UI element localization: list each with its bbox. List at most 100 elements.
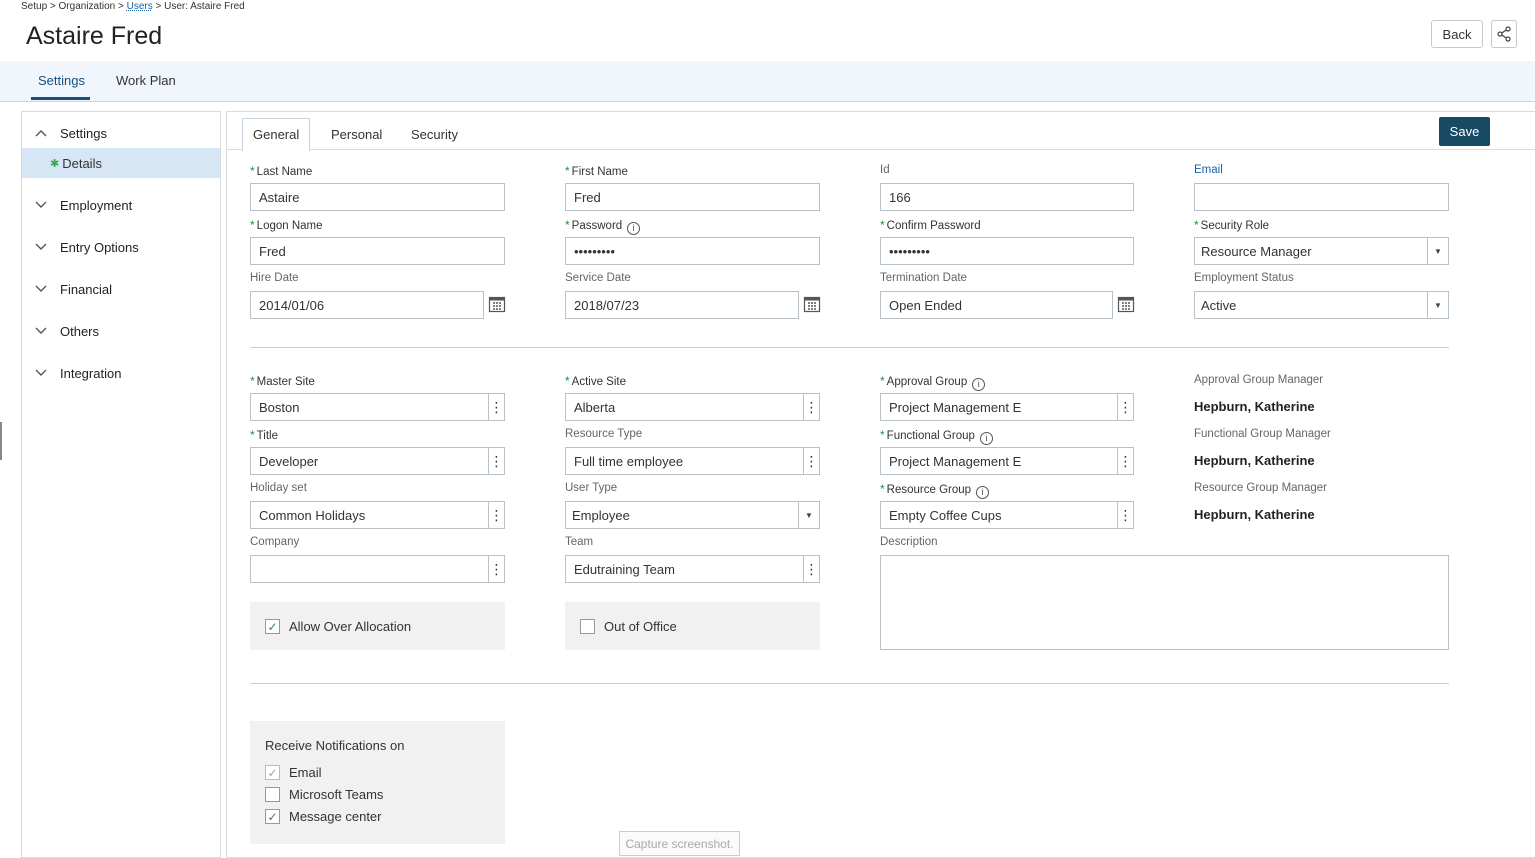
tab-personal[interactable]: Personal (321, 118, 392, 150)
more-options-icon[interactable]: ⋮ (488, 448, 504, 474)
chevron-down-icon (22, 285, 60, 293)
logon-name-label: * Logon Name (250, 218, 323, 232)
more-options-icon[interactable]: ⋮ (803, 556, 819, 582)
team-value: Edutraining Team (574, 561, 675, 577)
tab-settings[interactable]: Settings (38, 73, 85, 88)
employment-status-select[interactable]: Active ▼ (1194, 291, 1449, 319)
tab-general[interactable]: General (242, 118, 311, 151)
active-tab-indicator (31, 97, 90, 100)
id-field[interactable]: 166 (880, 183, 1134, 211)
back-button[interactable]: Back (1431, 20, 1483, 48)
calendar-icon[interactable] (803, 295, 821, 313)
last-name-label: * Last Name (250, 164, 313, 178)
functional-group-manager-value: Hepburn, Katherine (1194, 453, 1315, 468)
email-label[interactable]: Email (1194, 164, 1223, 176)
calendar-icon[interactable] (1117, 295, 1135, 313)
service-date-field[interactable]: 2018/07/23 (565, 291, 799, 319)
allow-over-allocation-checkbox[interactable]: ✓ (265, 619, 280, 634)
holiday-set-label: Holiday set (250, 482, 307, 494)
first-name-field[interactable]: Fred (565, 183, 820, 211)
sidebar-item-label: Entry Options (60, 239, 139, 255)
breadcrumb-part1: Setup > Organization > (21, 1, 127, 12)
resource-type-value: Full time employee (574, 453, 684, 469)
tab-security[interactable]: Security (401, 118, 468, 150)
team-field[interactable]: Edutraining Team ⋮ (565, 555, 820, 583)
sidebar-item-financial[interactable]: Financial (22, 274, 220, 304)
info-icon[interactable]: i (976, 486, 990, 499)
notify-teams-checkbox[interactable] (265, 787, 280, 802)
chevron-down-icon (22, 201, 60, 209)
active-site-field[interactable]: Alberta ⋮ (565, 393, 820, 421)
company-field[interactable]: ⋮ (250, 555, 505, 583)
caret-down-icon[interactable]: ▼ (1427, 238, 1448, 264)
security-role-select[interactable]: Resource Manager ▼ (1194, 237, 1449, 265)
more-options-icon[interactable]: ⋮ (488, 556, 504, 582)
calendar-icon[interactable] (488, 295, 506, 313)
password-field[interactable]: ••••••••• (565, 237, 820, 265)
holiday-set-field[interactable]: Common Holidays ⋮ (250, 501, 505, 529)
logon-name-field[interactable]: Fred (250, 237, 505, 265)
resource-group-field[interactable]: Empty Coffee Cups ⋮ (880, 501, 1134, 529)
user-type-label: User Type (565, 482, 618, 494)
company-label: Company (250, 536, 300, 548)
out-of-office-box: Out of Office (565, 602, 820, 650)
more-options-icon[interactable]: ⋮ (488, 394, 504, 420)
approval-group-label: * Approval Group i (880, 374, 986, 391)
more-options-icon[interactable]: ⋮ (803, 448, 819, 474)
sub-tabs: General Personal Security Save (227, 112, 1535, 151)
tab-work-plan[interactable]: Work Plan (116, 73, 176, 88)
employment-status-value: Active (1201, 297, 1237, 313)
sidebar-item-integration[interactable]: Integration (22, 358, 220, 388)
hire-date-field[interactable]: 2014/01/06 (250, 291, 484, 319)
description-textarea[interactable] (880, 555, 1449, 650)
notify-message-center-checkbox[interactable]: ✓ (265, 809, 280, 824)
sidebar-item-settings[interactable]: Settings (22, 118, 220, 148)
resource-group-manager-label: Resource Group Manager (1194, 482, 1327, 494)
approval-group-field[interactable]: Project Management E ⋮ (880, 393, 1134, 421)
email-field[interactable] (1194, 183, 1449, 211)
info-icon[interactable]: i (627, 222, 641, 235)
last-name-field[interactable]: Astaire (250, 183, 505, 211)
termination-date-field[interactable]: Open Ended (880, 291, 1113, 319)
sidebar-item-entry-options[interactable]: Entry Options (22, 232, 220, 262)
sidebar-item-others[interactable]: Others (22, 316, 220, 346)
notifications-box: Receive Notifications on ✓ Email Microso… (250, 721, 505, 844)
breadcrumb-part2: > User: Astaire Fred (152, 1, 245, 12)
sidebar-item-label: Integration (60, 365, 122, 381)
sidebar-item-details[interactable]: ✱ Details (22, 148, 220, 178)
title-field[interactable]: Developer ⋮ (250, 447, 505, 475)
team-label: Team (565, 536, 594, 548)
functional-group-field[interactable]: Project Management E ⋮ (880, 447, 1134, 475)
master-site-field[interactable]: Boston ⋮ (250, 393, 505, 421)
approval-group-manager-value: Hepburn, Katherine (1194, 399, 1315, 414)
share-button[interactable] (1491, 20, 1517, 48)
resource-type-field[interactable]: Full time employee ⋮ (565, 447, 820, 475)
more-options-icon[interactable]: ⋮ (803, 394, 819, 420)
out-of-office-checkbox[interactable] (580, 619, 595, 634)
share-icon (1497, 26, 1511, 42)
more-options-icon[interactable]: ⋮ (1117, 502, 1133, 528)
active-site-label: * Active Site (565, 374, 626, 388)
notify-email-checkbox[interactable]: ✓ (265, 765, 280, 780)
info-icon[interactable]: i (972, 378, 986, 391)
more-options-icon[interactable]: ⋮ (488, 502, 504, 528)
employment-status-label: Employment Status (1194, 272, 1294, 284)
user-type-select[interactable]: Employee ▼ (565, 501, 820, 529)
main-panel: General Personal Security Save * Last Nam… (226, 111, 1535, 858)
caret-down-icon[interactable]: ▼ (798, 502, 819, 528)
resource-group-manager-value: Hepburn, Katherine (1194, 507, 1315, 522)
caret-down-icon[interactable]: ▼ (1427, 292, 1448, 318)
top-tabs: Settings Work Plan (0, 61, 1535, 102)
sidebar-item-employment[interactable]: Employment (22, 190, 220, 220)
id-label: Id (880, 164, 890, 176)
more-options-icon[interactable]: ⋮ (1117, 448, 1133, 474)
more-options-icon[interactable]: ⋮ (1117, 394, 1133, 420)
info-icon[interactable]: i (979, 432, 993, 445)
confirm-password-field[interactable]: ••••••••• (880, 237, 1134, 265)
save-button[interactable]: Save (1439, 117, 1490, 146)
active-site-value: Alberta (574, 399, 616, 415)
capture-screenshot-button[interactable]: Capture screenshot. (619, 831, 740, 856)
sidebar-item-label: Financial (60, 281, 113, 297)
holiday-set-value: Common Holidays (259, 507, 366, 523)
breadcrumb-users-link[interactable]: Users (127, 1, 153, 12)
